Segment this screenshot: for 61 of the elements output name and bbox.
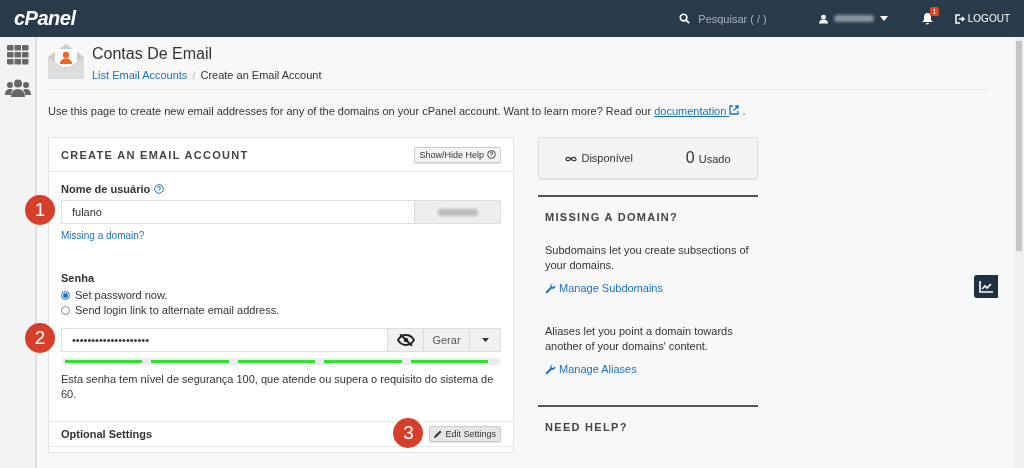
infinity-icon	[565, 156, 578, 162]
wrench-icon	[545, 363, 556, 375]
caret-icon[interactable]	[879, 16, 888, 21]
missing-domain-link[interactable]: Missing a domain?	[61, 230, 145, 241]
bell-icon[interactable]	[921, 12, 933, 25]
radio-label[interactable]: Set password now.	[75, 289, 168, 301]
panel-text: Subdomains let you create subsections of your domains.	[545, 243, 750, 273]
step-marker: 2	[25, 323, 55, 353]
step-marker: 3	[393, 418, 424, 448]
radio-button[interactable]	[61, 290, 70, 300]
optional-settings-title: Optional Settings	[61, 428, 153, 440]
panel-text: Aliases let you point a domain towards another of your domains' content.	[545, 324, 734, 354]
strength-text: Esta senha tem nível de segurança 100, que atende ou supera o requisito do sistema de 60.	[61, 372, 495, 402]
eye-slash-icon	[396, 334, 415, 346]
radio-button[interactable]	[61, 305, 70, 315]
panel-title: MISSING A DOMAIN?	[545, 211, 680, 223]
breadcrumb-separator: /	[192, 69, 196, 81]
breadcrumb-link[interactable]: List Email Accounts	[92, 69, 188, 81]
caret-icon	[481, 338, 489, 342]
user-icon[interactable]	[818, 13, 828, 24]
logout-button[interactable]: LOGOUT	[954, 13, 1010, 24]
help-icon[interactable]	[154, 184, 165, 194]
scrollbar[interactable]	[1014, 37, 1024, 468]
radio-label[interactable]: Send login link to alternate email address.	[75, 304, 280, 316]
notification-badge: 1	[930, 6, 939, 16]
stats-toggle-button[interactable]	[974, 275, 998, 298]
logout-icon	[954, 13, 965, 24]
hide-password-button[interactable]	[388, 328, 424, 352]
card-title: CREATE AN EMAIL ACCOUNT	[61, 148, 249, 161]
used-count: 0	[685, 149, 695, 167]
manage-link[interactable]: Manage Aliases	[545, 363, 751, 375]
page-description: Use this page to create new email addresses for any of the domains on your cPanel account. Want to learn more? Read our documentation .	[48, 105, 747, 117]
blurred-domain	[437, 208, 478, 216]
step-marker: 1	[25, 195, 55, 225]
username-field[interactable]: fulano	[61, 200, 415, 224]
logo[interactable]: cPanel	[14, 7, 76, 30]
external-link-icon	[729, 105, 740, 115]
panel-title: NEED HELP?	[545, 421, 629, 433]
grid-icon[interactable]	[6, 45, 29, 65]
page-title: Contas De Email	[92, 45, 214, 63]
generate-options-button[interactable]	[470, 328, 501, 352]
breadcrumb-current: Create an Email Account	[200, 69, 322, 81]
available-label: Disponível	[581, 152, 633, 164]
used-label: Usado	[698, 153, 731, 165]
show-hide-help-button[interactable]: Show/Hide Help	[414, 146, 501, 163]
blurred-username	[833, 15, 874, 22]
help-icon	[487, 150, 496, 159]
password-field[interactable]: ••••••••••••••••••••	[61, 328, 388, 352]
documentation-link[interactable]: documentation	[654, 105, 740, 117]
wrench-icon	[545, 282, 556, 294]
users-icon[interactable]	[4, 79, 31, 97]
line-chart-icon	[979, 280, 993, 293]
search-icon[interactable]	[679, 13, 691, 24]
pencil-icon	[434, 430, 443, 438]
username-label: Nome de usuário	[61, 183, 151, 195]
edit-settings-button[interactable]: Edit Settings	[429, 426, 501, 442]
search-field[interactable]: Pesquisar ( / )	[698, 12, 767, 25]
manage-link[interactable]: Manage Subdomains	[545, 282, 751, 294]
generate-button[interactable]: Gerar	[424, 328, 470, 352]
password-label: Senha	[61, 272, 96, 284]
email-account-icon	[48, 43, 84, 79]
